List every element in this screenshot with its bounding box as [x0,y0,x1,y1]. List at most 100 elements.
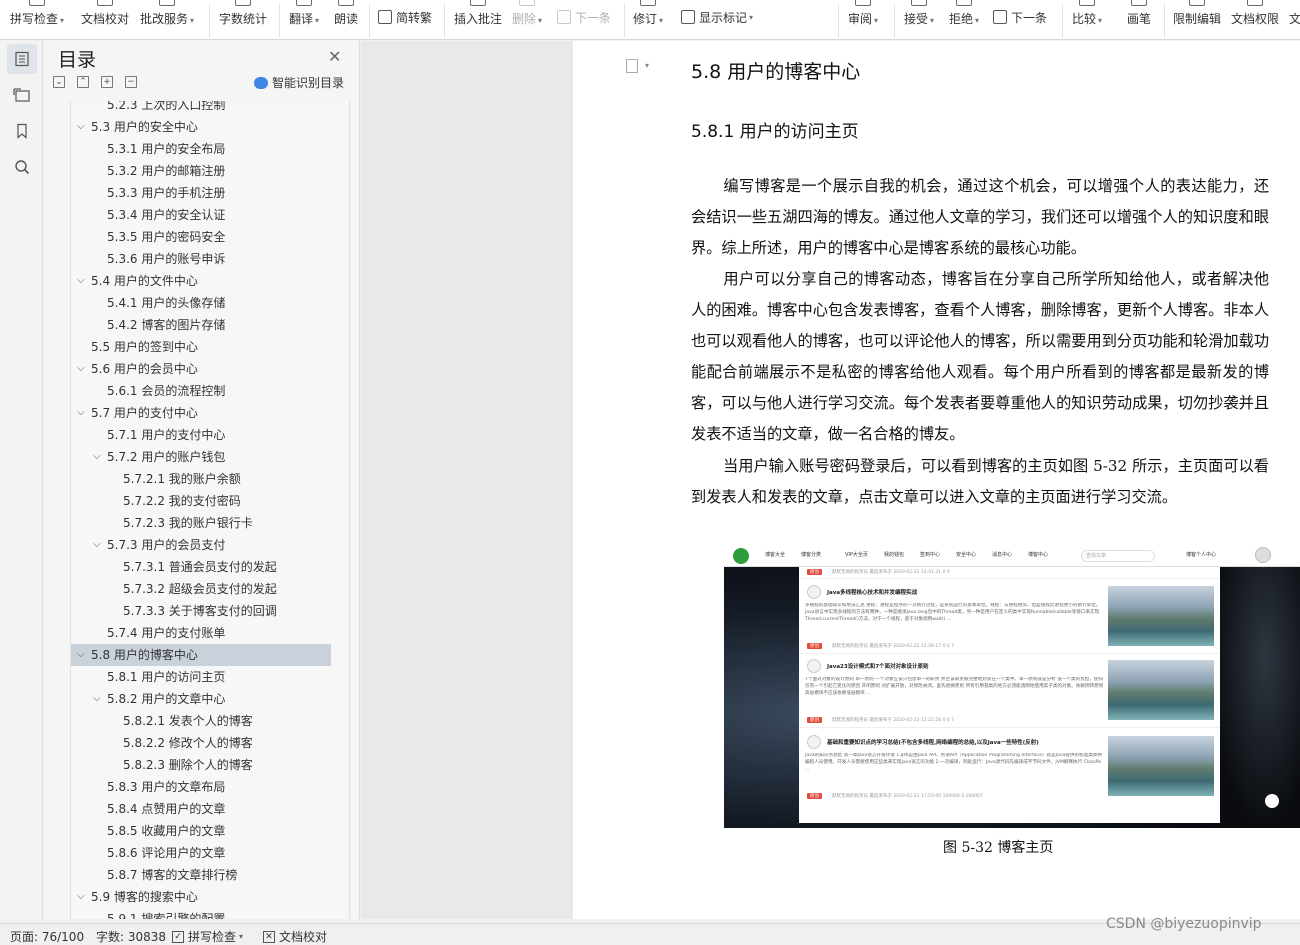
insert-comment-button[interactable]: 插入批注 [454,0,502,39]
toc-item[interactable]: ⌵ 5.7.2 用户的账户钱包 [71,446,331,468]
toc-item-label: 5.8.2.2 修改个人的博客 [123,736,253,750]
toc-item[interactable]: 5.3.5 用户的密码安全 [71,226,331,248]
chevron-down-icon[interactable]: ⌵ [77,358,85,380]
spell-check-button[interactable]: 拼写检查 ▾ [10,0,64,39]
chevron-down-icon[interactable]: ⌵ [93,688,101,710]
toc-item[interactable]: 5.7.4 用户的支付账单 [71,622,331,644]
toc-item-label: 5.7.3 用户的会员支付 [107,538,226,552]
chevron-down-icon[interactable]: ⌵ [93,534,101,556]
toc-item[interactable]: ⌵ 5.6 用户的会员中心 [71,358,331,380]
toc-item[interactable]: 5.8.2.2 修改个人的博客 [71,732,331,754]
toc-item[interactable]: ⌵ 5.8 用户的博客中心 [71,644,331,666]
chapter-nav-button[interactable] [7,80,37,110]
chevron-down-icon[interactable]: ⌵ [77,270,85,292]
toc-item[interactable]: 5.7.2.1 我的账户余额 [71,468,331,490]
smart-toc-button[interactable]: 智能识别目录 [254,74,344,91]
toc-item-label: 5.7.1 用户的支付中心 [107,428,226,442]
toc-item[interactable]: ⌵ 5.3 用户的安全中心 [71,116,331,138]
toc-item[interactable]: 5.8.4 点赞用户的文章 [71,798,331,820]
toc-item-label: 5.5 用户的签到中心 [91,340,198,354]
toc-item[interactable]: 5.2.3 上次的入口控制 [71,101,331,116]
toc-item[interactable]: 5.6.1 会员的流程控制 [71,380,331,402]
toc-item[interactable]: 5.7.3.1 普通会员支付的发起 [71,556,331,578]
toc-item[interactable]: 5.8.1 用户的访问主页 [71,666,331,688]
expand-all-icon[interactable]: ⌄ [53,76,65,88]
status-spell-check-button[interactable]: ✓ 拼写检查 ▾ [172,928,243,945]
status-proofread-button[interactable]: ✕ 文档校对 [263,928,327,945]
remove-heading-icon[interactable]: − [125,76,137,88]
next-comment-button[interactable]: 下一条 [557,6,611,28]
ribbon-overflow-item[interactable]: 文 [1289,0,1300,39]
toc-item[interactable]: 5.3.4 用户的安全认证 [71,204,331,226]
next-change-button[interactable]: 下一条 [993,6,1047,28]
fig-nav-item: 安全中心 [956,552,977,558]
restrict-editing-button[interactable]: 限制编辑 [1173,0,1221,39]
doc-proofread-button[interactable]: 文档校对 [81,0,129,39]
compare-button[interactable]: 比较 ▾ [1072,0,1102,39]
toc-item[interactable]: 5.7.2.2 我的支付密码 [71,490,331,512]
toc-item[interactable]: 5.8.2.1 发表个人的博客 [71,710,331,732]
close-icon[interactable]: ✕ [328,47,341,66]
review-pane-button[interactable]: 审阅 ▾ [848,0,878,39]
toc-item[interactable]: ⌵ 5.7.3 用户的会员支付 [71,534,331,556]
track-changes-button[interactable]: 修订 ▾ [633,0,663,39]
toc-item-label: 5.8.7 博客的文章排行榜 [107,868,238,882]
toc-item[interactable]: ⌵ 5.8.2 用户的文章中心 [71,688,331,710]
fig-nav-item: 博客中心 [1028,552,1049,558]
translate-button[interactable]: 翻译 ▾ [289,0,319,39]
toc-item[interactable]: 5.4.1 用户的头像存储 [71,292,331,314]
document-canvas[interactable]: ▾ 5.8 用户的博客中心 5.8.1 用户的访问主页 编写博客是一个展示自我的… [361,41,1300,919]
search-button[interactable] [7,152,37,182]
toc-toggle-button[interactable] [7,44,37,74]
toc-item[interactable]: 5.3.2 用户的邮箱注册 [71,160,331,182]
toc-item[interactable]: 5.3.1 用户的安全布局 [71,138,331,160]
show-markup-button[interactable]: 显示标记 ▾ [681,6,753,28]
subsection-heading: 5.8.1 用户的访问主页 [691,122,859,142]
toc-toolbar: ⌄ ⌃ + − [53,76,137,88]
post-thumbnail [1108,736,1214,796]
toc-item[interactable]: 5.5 用户的签到中心 [71,336,331,358]
toc-item[interactable]: 5.7.1 用户的支付中心 [71,424,331,446]
word-count-button[interactable]: 字数统计 [219,0,267,39]
pen-button[interactable]: 画笔 [1127,0,1151,39]
reject-button[interactable]: 拒绝 ▾ [949,0,979,39]
chevron-down-icon[interactable]: ⌵ [77,886,85,908]
smart-toc-label: 智能识别目录 [272,76,345,90]
toc-item-label: 5.3.1 用户的安全布局 [107,142,226,156]
word-count-indicator[interactable]: 字数: 30838 [96,928,166,945]
page-marker-icon[interactable] [626,59,638,73]
toc-item[interactable]: ⌵ 5.7 用户的支付中心 [71,402,331,424]
correction-service-button[interactable]: 批改服务 ▾ [140,0,194,39]
add-heading-icon[interactable]: + [101,76,113,88]
chevron-down-icon[interactable]: ⌵ [93,446,101,468]
read-aloud-button[interactable]: 朗读 [334,0,358,39]
doc-permission-button[interactable]: 文档权限 [1231,0,1279,39]
toc-item[interactable]: ⌵ 5.9 博客的搜索中心 [71,886,331,908]
delete-comment-button[interactable]: 删除 ▾ [512,0,542,39]
document-page[interactable]: ▾ 5.8 用户的博客中心 5.8.1 用户的访问主页 编写博客是一个展示自我的… [573,41,1300,919]
simplified-to-traditional-button[interactable]: 简转繁 [378,6,432,28]
toc-item[interactable]: 5.3.6 用户的账号申诉 [71,248,331,270]
chevron-down-icon[interactable]: ⌵ [77,402,85,424]
toc-item[interactable]: 5.9.1 搜索引擎的配置 [71,908,331,919]
collapse-all-icon[interactable]: ⌃ [77,76,89,88]
section-heading: 5.8 用户的博客中心 [691,61,861,83]
toc-item[interactable]: 5.7.3.2 超级会员支付的发起 [71,578,331,600]
toc-item[interactable]: 5.8.2.3 删除个人的博客 [71,754,331,776]
toc-item[interactable]: 5.7.3.3 关于博客支付的回调 [71,600,331,622]
toc-item[interactable]: ⌵ 5.4 用户的文件中心 [71,270,331,292]
toc-item[interactable]: 5.7.2.3 我的账户银行卡 [71,512,331,534]
toc-item[interactable]: 5.4.2 博客的图片存储 [71,314,331,336]
toc-item[interactable]: 5.3.3 用户的手机注册 [71,182,331,204]
chevron-down-icon[interactable]: ⌵ [77,644,85,666]
toc-item[interactable]: 5.8.5 收藏用户的文章 [71,820,331,842]
toc-item[interactable]: 5.8.3 用户的文章布局 [71,776,331,798]
blog-homepage-figure[interactable]: 博客大全 博客分类 VIP大全页 我的钱包 签到中心 安全中心 消息中心 博客中… [724,545,1300,828]
chevron-down-icon[interactable]: ⌵ [77,116,85,138]
accept-button[interactable]: 接受 ▾ [904,0,934,39]
bookmark-button[interactable] [7,116,37,146]
toc-item[interactable]: 5.8.7 博客的文章排行榜 [71,864,331,886]
toc-item[interactable]: 5.8.6 评论用户的文章 [71,842,331,864]
page-indicator[interactable]: 页面: 76/100 [10,928,84,945]
chevron-down-icon[interactable]: ▾ [645,61,649,70]
